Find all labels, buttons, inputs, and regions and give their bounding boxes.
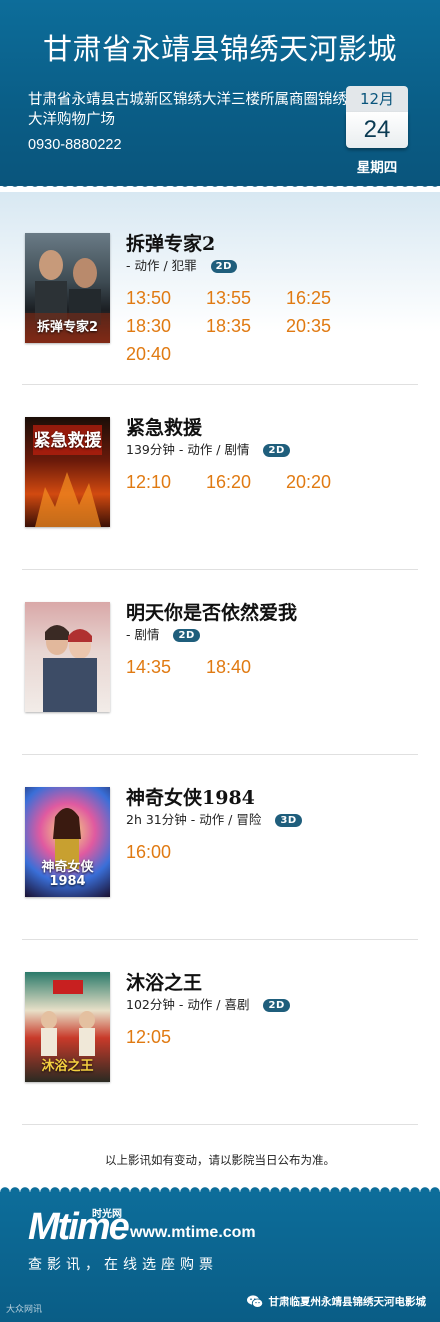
movie-genre: - 动作 / 犯罪	[126, 258, 197, 273]
showtime[interactable]: 20:40	[126, 340, 206, 368]
cinema-title: 甘肃省永靖县锦绣天河影城	[42, 32, 397, 66]
cinema-phone[interactable]: 0930-8880222	[28, 137, 122, 153]
showtime[interactable]: 12:05	[126, 1023, 206, 1051]
showtime[interactable]: 12:10	[126, 468, 206, 496]
divider	[22, 569, 418, 570]
showtime[interactable]: 16:20	[206, 468, 286, 496]
wechat-account-name: 甘肃临夏州永靖县锦绣天河电影城	[268, 1296, 427, 1308]
movie-meta: 102分钟 - 动作 / 喜剧 2D	[126, 994, 290, 1013]
movie-title[interactable]: 拆弹专家2	[126, 229, 215, 256]
mtime-logo-cn: 时光网	[92, 1209, 122, 1220]
movie-title[interactable]: 紧急救援	[126, 413, 202, 440]
showtime[interactable]: 16:25	[286, 284, 366, 312]
mtime-footer: Mtime 时光网 www.mtime.com 查影讯，在线选座购票 甘肃临夏州…	[0, 1192, 440, 1322]
movie-title[interactable]: 沐浴之王	[126, 968, 202, 995]
cinema-header: 甘肃省永靖县锦绣天河影城 甘肃省永靖县古城新区锦绣大洋三楼所属商圈锦绣大洋购物广…	[0, 0, 440, 186]
showtime[interactable]: 18:40	[206, 653, 286, 681]
movie-meta: - 剧情 2D	[126, 624, 200, 643]
movie-poster[interactable]: 拆弹专家2	[25, 233, 110, 343]
movie-item[interactable]: 沐浴之王 沐浴之王 102分钟 - 动作 / 喜剧 2D 12:05	[0, 972, 440, 1157]
movie-meta: 139分钟 - 动作 / 剧情 2D	[126, 439, 290, 458]
poster-couple-icon	[43, 625, 97, 712]
movie-item[interactable]: 拆弹专家2 拆弹专家2 - 动作 / 犯罪 2D 13:50 13:55 16:251…	[0, 233, 440, 418]
divider	[22, 939, 418, 940]
showtime[interactable]: 18:30	[126, 312, 206, 340]
showtime-list: 16:00	[126, 838, 426, 866]
showtime[interactable]: 14:35	[126, 653, 206, 681]
showtime[interactable]: 16:00	[126, 838, 206, 866]
movie-meta: - 动作 / 犯罪 2D	[126, 255, 237, 274]
showtime[interactable]: 13:55	[206, 284, 286, 312]
movie-item[interactable]: 明天你是否依然爱我 - 剧情 2D 14:35 18:40	[0, 602, 440, 787]
disclaimer-notice: 以上影讯如有变动，请以影院当日公布为准。	[105, 1153, 335, 1167]
mtime-url-link[interactable]: www.mtime.com	[130, 1224, 256, 1242]
wechat-account[interactable]: 甘肃临夏州永靖县锦绣天河电影城	[246, 1294, 427, 1311]
movie-poster[interactable]	[25, 602, 110, 712]
movie-meta: 2h 31分钟 - 动作 / 冒险 3D	[126, 809, 302, 828]
format-badge: 2D	[210, 260, 237, 273]
showtime[interactable]: 18:35	[206, 312, 286, 340]
movie-poster[interactable]: 神奇女侠 1984	[25, 787, 110, 897]
movie-title[interactable]: 明天你是否依然爱我	[126, 598, 297, 625]
header-scallop-edge	[0, 182, 440, 192]
cinema-address: 甘肃省永靖县古城新区锦绣大洋三楼所属商圈锦绣大洋购物广场	[28, 92, 347, 128]
footer-slogan: 查影讯，在线选座购票	[28, 1257, 218, 1273]
divider	[22, 754, 418, 755]
date-weekday: 星期四	[356, 160, 398, 176]
movie-genre: 102分钟 - 动作 / 喜剧	[126, 997, 250, 1012]
showtime[interactable]: 13:50	[126, 284, 206, 312]
showtime[interactable]: 20:20	[286, 468, 366, 496]
movie-poster[interactable]: 紧急救援	[25, 417, 110, 527]
date-day: 24	[346, 112, 408, 148]
format-badge: 2D	[263, 444, 290, 457]
showtime-list: 13:50 13:55 16:25 18:30 18:35 20:35 20:40	[126, 284, 426, 368]
showtime-list: 12:10 16:20 20:20	[126, 468, 426, 496]
poster-title: 拆弹专家2	[36, 320, 99, 335]
divider	[22, 1124, 418, 1125]
movie-poster[interactable]: 沐浴之王	[25, 972, 110, 1082]
movie-title[interactable]: 神奇女侠1984	[126, 783, 255, 810]
showtime[interactable]: 20:35	[286, 312, 366, 340]
wechat-icon	[246, 1295, 263, 1311]
movie-genre: 139分钟 - 动作 / 剧情	[126, 442, 250, 457]
poster-title: 沐浴之王	[41, 1059, 94, 1074]
divider	[22, 384, 418, 385]
date-month: 12月	[346, 86, 408, 112]
poster-title: 神奇女侠 1984	[41, 860, 94, 889]
movie-item[interactable]: 紧急救援 紧急救援 139分钟 - 动作 / 剧情 2D 12:10 16:20 20…	[0, 417, 440, 602]
movie-genre: - 剧情	[126, 627, 160, 642]
format-badge: 2D	[263, 999, 290, 1012]
movie-item[interactable]: 神奇女侠 1984 神奇女侠1984 2h 31分钟 - 动作 / 冒险 3D 1…	[0, 787, 440, 972]
date-card: 12月 24	[346, 86, 408, 148]
format-badge: 3D	[275, 814, 302, 827]
movie-genre: 2h 31分钟 - 动作 / 冒险	[126, 812, 262, 827]
poster-title: 紧急救援	[33, 431, 102, 451]
showtime-list: 14:35 18:40	[126, 653, 426, 681]
showtime-list: 12:05	[126, 1023, 426, 1051]
footer-scallop-edge	[0, 1182, 440, 1192]
format-badge: 2D	[173, 629, 200, 642]
watermark: 大众网讯	[6, 1305, 43, 1315]
